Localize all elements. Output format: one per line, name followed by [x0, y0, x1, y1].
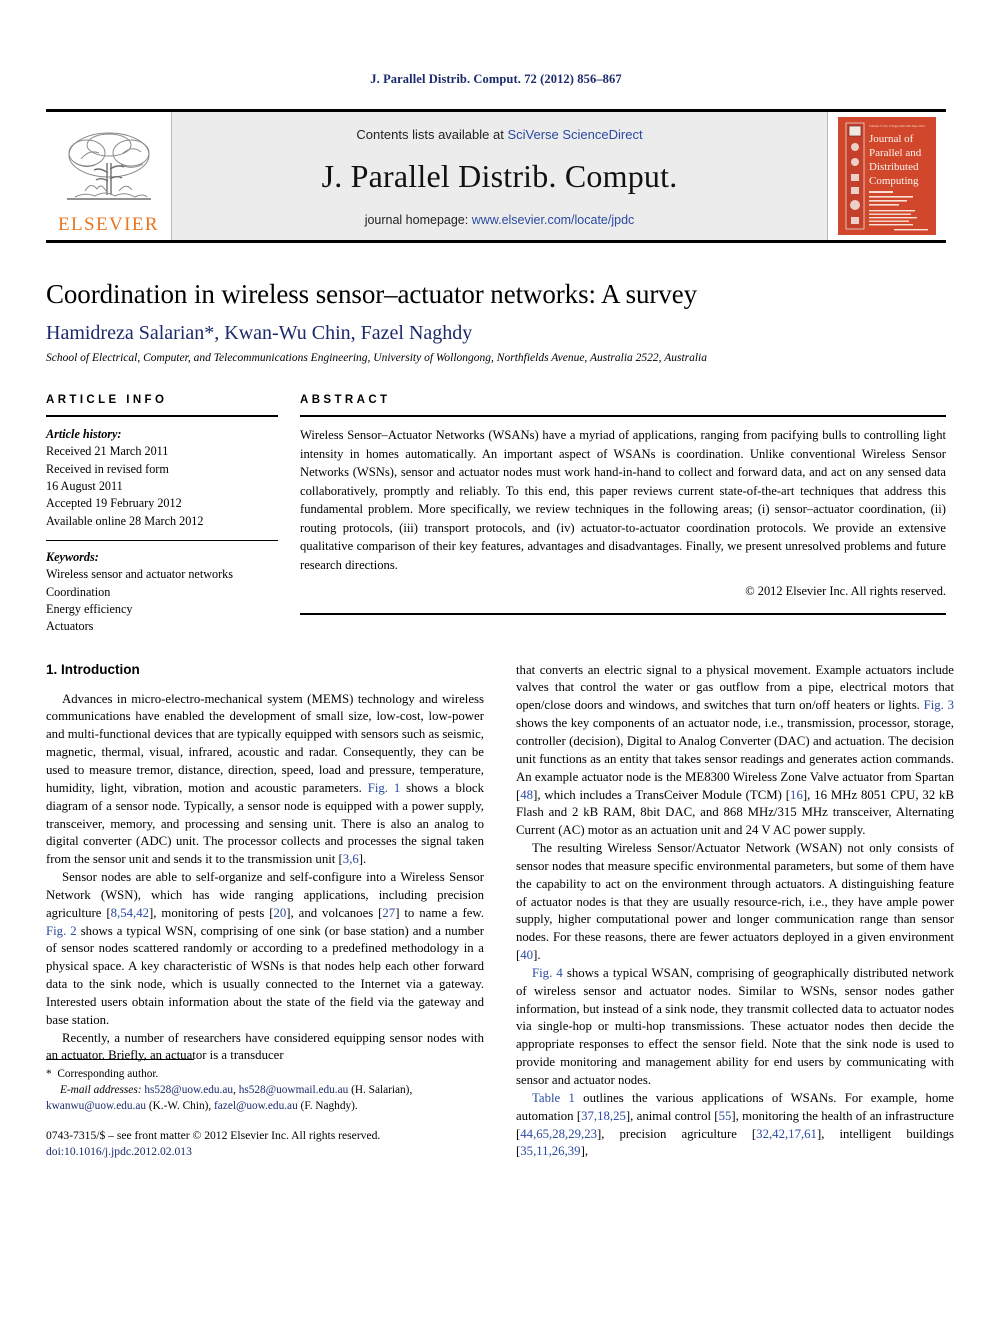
keyword-item: Energy efficiency — [46, 601, 133, 616]
svg-text:Volume 72 No. 6 Pages 000–: Volume 72 No. 6 Pages 000–000 June 2012 — [869, 124, 925, 128]
abstract-text: Wireless Sensor–Actuator Networks (WSANs… — [300, 428, 946, 572]
masthead-center: Contents lists available at SciVerse Sci… — [172, 112, 828, 240]
email-label: E-mail addresses: — [60, 1083, 142, 1096]
journal-homepage-link[interactable]: www.elsevier.com/locate/jpdc — [472, 213, 635, 227]
abstract-column: ABSTRACT Wireless Sensor–Actuator Networ… — [300, 394, 946, 636]
elsevier-logo: ELSEVIER — [46, 112, 172, 240]
page-title: Coordination in wireless sensor–actuator… — [46, 279, 697, 309]
reference-link[interactable]: Table 1 — [532, 1091, 575, 1105]
affiliation: School of Electrical, Computer, and Tele… — [46, 352, 708, 364]
corresponding-marker: * — [46, 1067, 52, 1080]
article-history-label: Article history: — [46, 427, 122, 441]
svg-text:Distributed: Distributed — [869, 161, 919, 173]
article-history-block: Article history: Received 21 March 2011 … — [46, 426, 278, 530]
right-column: that converts an electric signal to a ph… — [516, 662, 954, 1162]
keyword-item: Actuators — [46, 619, 94, 634]
reference-link[interactable]: Fig. 4 — [532, 966, 563, 980]
keyword-item: Coordination — [46, 584, 111, 599]
article-page: J. Parallel Distrib. Comput. 72 (2012) 8… — [0, 0, 992, 1323]
history-item: Received 21 March 2011 — [46, 444, 169, 459]
email-note: E-mail addresses: hs528@uow.edu.au, hs52… — [46, 1082, 484, 1114]
journal-masthead: ELSEVIER Contents lists available at Sci… — [46, 109, 946, 243]
copyright-notice: © 2012 Elsevier Inc. All rights reserved… — [745, 584, 946, 598]
journal-cover-image: Volume 72 No. 6 Pages 000–000 June 2012 … — [838, 117, 936, 235]
history-item: Received in revised form — [46, 461, 169, 476]
history-item: 16 August 2011 — [46, 478, 123, 493]
issn-copyright-block: 0743-7315/$ – see front matter © 2012 El… — [46, 1128, 484, 1162]
reference-link[interactable]: 16 — [790, 788, 803, 802]
reference-link[interactable]: kwanwu@uow.edu.au — [46, 1100, 146, 1112]
info-abstract-row: ARTICLE INFO Article history: Received 2… — [46, 394, 946, 636]
reference-link[interactable]: 32,42,17,61 — [756, 1127, 817, 1141]
reference-link[interactable]: hs528@uowmail.edu.au — [239, 1084, 349, 1096]
reference-link[interactable]: 27 — [382, 906, 395, 920]
reference-link[interactable]: 55 — [719, 1109, 732, 1123]
abstract-heading: ABSTRACT — [300, 394, 391, 406]
contents-available-line: Contents lists available at SciVerse Sci… — [356, 127, 642, 142]
left-column: 1. Introduction Advances in micro-electr… — [46, 662, 484, 1162]
keywords-block: Keywords: Wireless sensor and actuator n… — [46, 549, 278, 636]
divider — [300, 415, 946, 417]
reference-link[interactable]: Fig. 1 — [368, 781, 401, 795]
author-list: Hamidreza Salarian*, Kwan-Wu Chin, Fazel… — [46, 322, 473, 344]
elsevier-tree-icon — [66, 132, 151, 200]
body-columns: 1. Introduction Advances in micro-electr… — [46, 662, 954, 1162]
article-info-heading: ARTICLE INFO — [46, 394, 168, 406]
svg-text:Parallel and: Parallel and — [869, 147, 922, 159]
doi-link[interactable]: doi:10.1016/j.jpdc.2012.02.013 — [46, 1144, 484, 1161]
journal-homepage-line: journal homepage: www.elsevier.com/locat… — [365, 213, 635, 227]
contents-prefix: Contents lists available at — [356, 127, 508, 142]
journal-title: J. Parallel Distrib. Comput. — [321, 158, 678, 194]
divider — [46, 415, 278, 417]
section-title-introduction: 1. Introduction — [46, 661, 140, 677]
reference-link[interactable]: 44,65,28,29,23 — [520, 1127, 597, 1141]
paragraph: Advances in micro-electro-mechanical sys… — [46, 691, 484, 867]
journal-cover-thumbnail: Volume 72 No. 6 Pages 000–000 June 2012 … — [828, 112, 946, 240]
reference-link[interactable]: 8,54,42 — [111, 906, 149, 920]
svg-text:Journal of: Journal of — [869, 133, 914, 145]
reference-link[interactable]: 20 — [274, 906, 287, 920]
reference-link[interactable]: fazel@uow.edu.au — [214, 1100, 298, 1112]
elsevier-wordmark: ELSEVIER — [58, 214, 159, 235]
paragraph: Fig. 4 shows a typical WSAN, comprising … — [516, 965, 954, 1088]
footnote-rule — [46, 1058, 194, 1060]
corresponding-text: Corresponding author. — [57, 1067, 159, 1080]
paragraph: Table 1 outlines the various application… — [516, 1090, 954, 1159]
divider — [46, 539, 278, 541]
svg-text:Computing: Computing — [869, 175, 919, 187]
reference-link[interactable]: 48 — [520, 788, 533, 802]
homepage-prefix: journal homepage: — [364, 213, 472, 227]
reference-link[interactable]: 37,18,25 — [581, 1109, 626, 1123]
reference-link[interactable]: Fig. 3 — [924, 698, 954, 712]
keyword-item: Wireless sensor and actuator networks — [46, 567, 234, 582]
issn-line: 0743-7315/$ – see front matter © 2012 El… — [46, 1128, 381, 1142]
reference-link[interactable]: hs528@uow.edu.au — [144, 1084, 233, 1096]
article-info-column: ARTICLE INFO Article history: Received 2… — [46, 394, 278, 636]
sciencedirect-link[interactable]: SciVerse ScienceDirect — [507, 127, 642, 142]
history-item: Available online 28 March 2012 — [46, 513, 204, 528]
reference-link[interactable]: 3,6 — [343, 852, 359, 866]
reference-link[interactable]: 40 — [520, 948, 533, 962]
divider — [300, 613, 946, 615]
running-head: J. Parallel Distrib. Comput. 72 (2012) 8… — [370, 72, 622, 86]
corresponding-author-note: * Corresponding author. — [46, 1066, 484, 1082]
history-item: Accepted 19 February 2012 — [46, 496, 182, 511]
paragraph: Sensor nodes are able to self-organize a… — [46, 870, 485, 1027]
paragraph: The resulting Wireless Sensor/Actuator N… — [516, 841, 954, 963]
keywords-label: Keywords: — [46, 549, 99, 564]
reference-link[interactable]: 35,11,26,39 — [520, 1144, 580, 1158]
footnote-area: * Corresponding author. E-mail addresses… — [46, 1058, 484, 1162]
title-block: Coordination in wireless sensor–actuator… — [46, 279, 946, 364]
reference-link[interactable]: Fig. 2 — [46, 924, 77, 938]
paragraph: that converts an electric signal to a ph… — [516, 662, 954, 838]
